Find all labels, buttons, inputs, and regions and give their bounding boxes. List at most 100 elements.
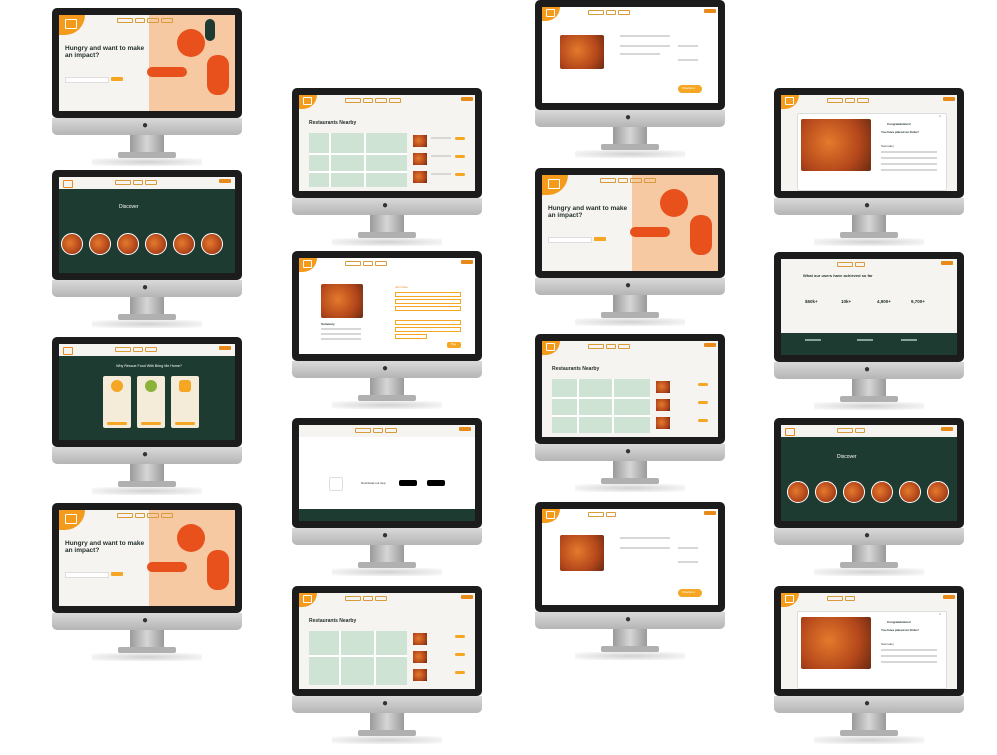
nav-link[interactable]: [588, 344, 604, 349]
food-circle[interactable]: [871, 481, 893, 503]
nav-link[interactable]: [845, 596, 855, 601]
login-button[interactable]: [943, 595, 955, 599]
nav-link[interactable]: [161, 513, 173, 518]
form-field[interactable]: [395, 334, 427, 339]
nav-link[interactable]: [618, 10, 630, 15]
nav-link[interactable]: [606, 512, 616, 517]
nav-link[interactable]: [600, 178, 616, 183]
view-button[interactable]: [698, 401, 708, 404]
login-button[interactable]: [219, 346, 231, 350]
app-store-button[interactable]: [399, 480, 417, 486]
food-circle[interactable]: [843, 481, 865, 503]
nav-link[interactable]: [588, 10, 604, 15]
nav-link[interactable]: [606, 344, 616, 349]
food-circle[interactable]: [815, 481, 837, 503]
search-button[interactable]: [111, 77, 123, 81]
nav-link[interactable]: [145, 347, 157, 352]
food-circle[interactable]: [61, 233, 83, 255]
view-button[interactable]: [455, 653, 465, 656]
login-button[interactable]: [461, 595, 473, 599]
nav-link[interactable]: [375, 98, 387, 103]
nav-link[interactable]: [389, 98, 401, 103]
close-icon[interactable]: ×: [939, 115, 941, 118]
nav-link[interactable]: [117, 18, 133, 23]
nav-link[interactable]: [855, 262, 865, 267]
close-icon[interactable]: ×: [939, 613, 941, 616]
restaurant-thumb[interactable]: [413, 669, 427, 681]
view-button[interactable]: [455, 137, 465, 140]
view-button[interactable]: [455, 671, 465, 674]
restaurant-map[interactable]: [552, 379, 650, 433]
restaurant-thumb[interactable]: [413, 171, 427, 183]
food-circle[interactable]: [899, 481, 921, 503]
nav-link[interactable]: [827, 596, 843, 601]
nav-link[interactable]: [837, 428, 853, 433]
nav-link[interactable]: [345, 98, 361, 103]
google-play-button[interactable]: [427, 480, 445, 486]
nav-link[interactable]: [857, 98, 869, 103]
nav-link[interactable]: [845, 98, 855, 103]
food-circle[interactable]: [89, 233, 111, 255]
nav-link[interactable]: [385, 428, 397, 433]
view-button[interactable]: [698, 419, 708, 422]
view-button[interactable]: [455, 155, 465, 158]
form-field[interactable]: [395, 299, 461, 304]
nav-link[interactable]: [161, 18, 173, 23]
learn-more-button[interactable]: [107, 422, 127, 425]
restaurant-thumb[interactable]: [413, 633, 427, 645]
nav-link[interactable]: [117, 513, 133, 518]
food-circle[interactable]: [173, 233, 195, 255]
nav-link[interactable]: [837, 262, 853, 267]
food-circle[interactable]: [201, 233, 223, 255]
restaurant-map[interactable]: [309, 631, 407, 685]
nav-link[interactable]: [606, 10, 616, 15]
food-circle[interactable]: [145, 233, 167, 255]
nav-link[interactable]: [373, 428, 383, 433]
login-button[interactable]: [941, 261, 953, 265]
nav-link[interactable]: [363, 261, 373, 266]
view-button[interactable]: [698, 383, 708, 386]
nav-link[interactable]: [855, 428, 865, 433]
restaurant-thumb[interactable]: [413, 153, 427, 165]
login-button[interactable]: [219, 179, 231, 183]
nav-link[interactable]: [133, 180, 143, 185]
search-input[interactable]: [65, 572, 109, 578]
nav-link[interactable]: [147, 513, 159, 518]
nav-link[interactable]: [375, 596, 387, 601]
nav-link[interactable]: [115, 180, 131, 185]
login-button[interactable]: [943, 97, 955, 101]
search-button[interactable]: [111, 572, 123, 576]
login-button[interactable]: [704, 511, 716, 515]
form-field[interactable]: [395, 327, 461, 332]
nav-link[interactable]: [115, 347, 131, 352]
nav-link[interactable]: [827, 98, 843, 103]
nav-link[interactable]: [135, 513, 145, 518]
restaurant-map[interactable]: [309, 133, 407, 187]
nav-link[interactable]: [145, 180, 157, 185]
nav-link[interactable]: [644, 178, 656, 183]
nav-link[interactable]: [375, 261, 387, 266]
food-circle[interactable]: [117, 233, 139, 255]
login-button[interactable]: [704, 343, 716, 347]
restaurant-thumb[interactable]: [656, 417, 670, 429]
food-circle[interactable]: [927, 481, 949, 503]
food-circle[interactable]: [787, 481, 809, 503]
form-field[interactable]: [395, 320, 461, 325]
view-button[interactable]: [455, 173, 465, 176]
search-button[interactable]: [594, 237, 606, 241]
restaurant-thumb[interactable]: [656, 399, 670, 411]
nav-link[interactable]: [588, 512, 604, 517]
restaurant-thumb[interactable]: [413, 651, 427, 663]
nav-link[interactable]: [345, 596, 361, 601]
login-button[interactable]: [461, 97, 473, 101]
nav-link[interactable]: [618, 178, 628, 183]
login-button[interactable]: [941, 427, 953, 431]
restaurant-thumb[interactable]: [656, 381, 670, 393]
login-button[interactable]: [461, 260, 473, 264]
nav-link[interactable]: [135, 18, 145, 23]
learn-more-button[interactable]: [175, 422, 195, 425]
nav-link[interactable]: [147, 18, 159, 23]
nav-link[interactable]: [630, 178, 642, 183]
nav-link[interactable]: [363, 596, 373, 601]
nav-link[interactable]: [618, 344, 630, 349]
